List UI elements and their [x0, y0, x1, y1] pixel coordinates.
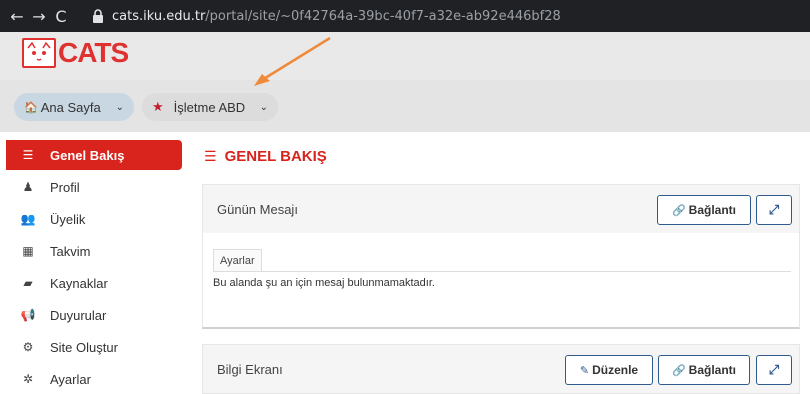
bullhorn-icon: 📢	[20, 308, 36, 322]
cogs-icon: ⚙	[22, 340, 34, 354]
motd-message: Bu alanda şu an için mesaj bulunmamaktad…	[213, 277, 435, 289]
info-panel-title: Bilgi Ekranı	[217, 361, 283, 377]
folder-icon: ▰	[23, 276, 33, 290]
link-icon: 🔗	[671, 363, 686, 377]
lock-icon	[92, 9, 104, 23]
cat-face-icon	[22, 38, 56, 68]
expand-icon: ⤢	[768, 202, 780, 218]
site-dropdown[interactable]: ★ İşletme ABD ⌄	[142, 93, 278, 121]
motd-panel-title: Günün Mesajı	[217, 201, 298, 217]
page-title: ☰ GENEL BAKIŞ	[204, 148, 327, 165]
chevron-down-icon: ⌄	[115, 101, 124, 113]
edit-button-label: Düzenle	[592, 363, 639, 377]
site-header: CATS	[0, 32, 810, 80]
expand-button[interactable]: ⤢	[756, 195, 792, 225]
page-title-text: GENEL BAKIŞ	[224, 148, 327, 165]
sidebar-item-genel-bakis[interactable]: ☰ Genel Bakış	[6, 140, 182, 170]
sidebar-item-duyurular[interactable]: 📢 Duyurular	[6, 300, 182, 330]
sidebar-item-site-olustur[interactable]: ⚙ Site Oluştur	[6, 332, 182, 362]
pencil-icon: ✎	[579, 363, 590, 377]
gear-icon: ✲	[22, 372, 34, 386]
logo-text: CATS	[58, 37, 129, 68]
list-icon: ☰	[204, 148, 217, 165]
tab-divider	[213, 271, 791, 272]
expand-icon: ⤢	[768, 362, 780, 378]
sidebar: ☰ Genel Bakış ♟ Profil 👥 Üyelik ▦ Takvim…	[0, 132, 190, 391]
home-dropdown[interactable]: 🏠 Ana Sayfa ⌄	[14, 93, 134, 121]
cats-logo[interactable]: CATS	[22, 37, 129, 68]
edit-button[interactable]: ✎ Düzenle	[565, 355, 653, 385]
site-label: İşletme ABD	[173, 99, 246, 115]
chevron-down-icon: ⌄	[259, 101, 268, 113]
sidebar-item-label: Takvim	[50, 243, 91, 259]
browser-toolbar: ← → C cats.iku.edu.tr/portal/site/~0f427…	[0, 0, 810, 32]
sidebar-item-label: Duyurular	[50, 307, 107, 323]
sidebar-item-label: Kaynaklar	[50, 275, 108, 291]
reload-icon[interactable]: C	[50, 7, 72, 26]
list-icon: ☰	[22, 148, 34, 162]
breadcrumb: 🏠 Ana Sayfa ⌄ ★ İşletme ABD ⌄	[0, 80, 810, 132]
star-icon: ★	[152, 99, 164, 115]
url-path: /portal/site/~0f42764a-39bc-40f7-a32e-ab…	[205, 8, 561, 24]
users-icon: 👥	[20, 212, 36, 226]
annotation-arrow	[254, 36, 331, 86]
link-button-label: Bağlantı	[688, 203, 737, 217]
home-label: Ana Sayfa	[40, 99, 101, 115]
sidebar-item-label: Genel Bakış	[50, 147, 125, 163]
back-arrow-icon[interactable]: ←	[6, 7, 28, 26]
sidebar-item-kaynaklar[interactable]: ▰ Kaynaklar	[6, 268, 182, 298]
info-panel-header: Bilgi Ekranı ✎ Düzenle 🔗 Bağlantı ⤢	[202, 344, 800, 394]
home-icon: 🏠	[24, 100, 38, 114]
link-button[interactable]: 🔗 Bağlantı	[657, 195, 751, 225]
link-button-label: Bağlantı	[688, 363, 737, 377]
sidebar-item-label: Üyelik	[50, 211, 86, 227]
settings-tab[interactable]: Ayarlar	[213, 249, 262, 271]
motd-panel-body: Ayarlar Bu alanda şu an için mesaj bulun…	[202, 233, 800, 329]
address-bar[interactable]: cats.iku.edu.tr/portal/site/~0f42764a-39…	[92, 4, 810, 28]
sidebar-item-takvim[interactable]: ▦ Takvim	[6, 236, 182, 266]
user-icon: ♟	[22, 180, 34, 194]
calendar-icon: ▦	[22, 244, 34, 258]
sidebar-item-label: Ayarlar	[50, 371, 91, 387]
forward-arrow-icon[interactable]: →	[28, 7, 50, 26]
url-host: cats.iku.edu.tr	[112, 8, 206, 24]
link-button[interactable]: 🔗 Bağlantı	[658, 355, 750, 385]
link-icon: 🔗	[671, 203, 686, 217]
sidebar-item-uyelik[interactable]: 👥 Üyelik	[6, 204, 182, 234]
expand-button[interactable]: ⤢	[756, 355, 792, 385]
main-content: ☰ GENEL BAKIŞ Günün Mesajı 🔗 Bağlantı ⤢ …	[190, 132, 810, 394]
motd-panel-header: Günün Mesajı 🔗 Bağlantı ⤢	[202, 184, 800, 234]
sidebar-item-label: Profil	[50, 179, 80, 195]
sidebar-item-label: Site Oluştur	[50, 339, 118, 355]
sidebar-item-profil[interactable]: ♟ Profil	[6, 172, 182, 202]
sidebar-item-ayarlar[interactable]: ✲ Ayarlar	[6, 364, 182, 394]
